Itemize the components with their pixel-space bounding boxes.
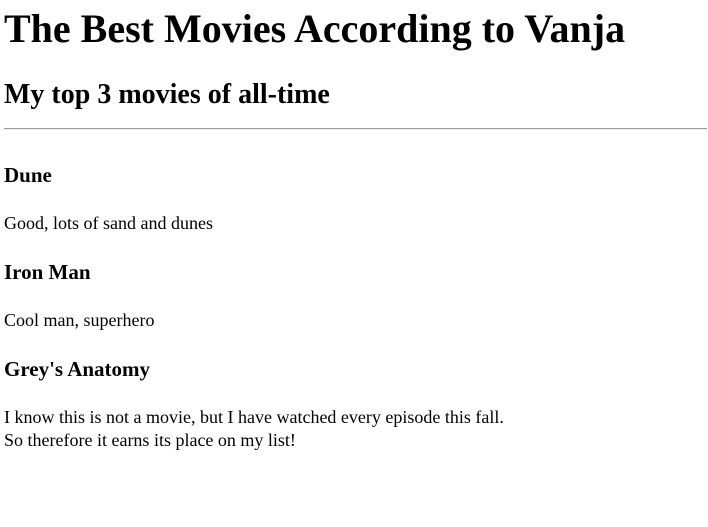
movie-description-greys-anatomy: I know this is not a movie, but I have w… — [4, 406, 504, 452]
movie-description-dune: Good, lots of sand and dunes — [4, 212, 213, 235]
movie-title-iron-man: Iron Man — [4, 260, 91, 284]
description-line: Good, lots of sand and dunes — [4, 213, 213, 233]
page: The Best Movies According to Vanja My to… — [0, 0, 708, 527]
description-line: So therefore it earns its place on my li… — [4, 430, 296, 450]
description-line: Cool man, superhero — [4, 310, 155, 330]
page-subtitle: My top 3 movies of all-time — [4, 79, 330, 110]
divider — [4, 128, 707, 130]
description-line: I know this is not a movie, but I have w… — [4, 407, 504, 427]
movie-description-iron-man: Cool man, superhero — [4, 309, 154, 332]
movie-title-dune: Dune — [4, 163, 52, 187]
page-title: The Best Movies According to Vanja — [4, 6, 626, 51]
movie-title-greys-anatomy: Grey's Anatomy — [4, 357, 151, 381]
